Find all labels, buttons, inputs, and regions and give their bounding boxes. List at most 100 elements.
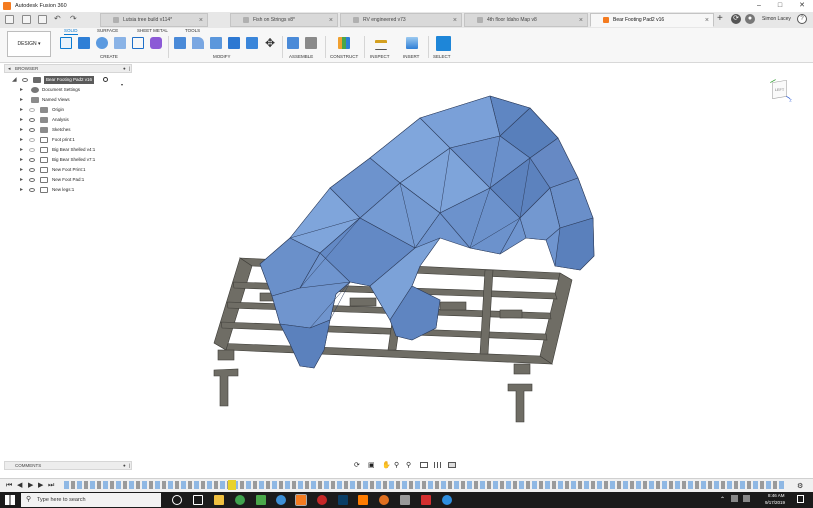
- job-status-icon[interactable]: ⟳: [731, 14, 741, 24]
- app-icon[interactable]: [317, 495, 327, 505]
- viewcube[interactable]: LEFT Z: [768, 76, 794, 106]
- visibility-eye-icon[interactable]: [29, 138, 35, 142]
- tab-close-icon[interactable]: ×: [705, 14, 709, 27]
- zoom-icon[interactable]: ⚲: [394, 461, 399, 469]
- app-icon[interactable]: [256, 495, 266, 505]
- collapse-triangle-icon[interactable]: ◂: [8, 65, 11, 73]
- photoshop-icon[interactable]: [338, 495, 348, 505]
- tab-rv-engineered[interactable]: RV engineered v73 ×: [340, 13, 462, 27]
- tab-fish-on-strings[interactable]: Fish on Strings v8* ×: [230, 13, 338, 27]
- expand-triangle-icon[interactable]: ▸: [20, 85, 26, 95]
- close-button[interactable]: ✕: [793, 1, 811, 11]
- viewport-model[interactable]: [200, 88, 610, 428]
- timeline-forward-icon[interactable]: ▶: [38, 482, 43, 490]
- search-input[interactable]: ⚲ Type here to search: [21, 493, 161, 507]
- revolve-icon[interactable]: [96, 37, 108, 49]
- visibility-eye-icon[interactable]: [29, 178, 35, 182]
- visibility-eye-icon[interactable]: [29, 188, 35, 192]
- expand-triangle-icon[interactable]: ◢: [12, 75, 18, 85]
- windows-start-icon[interactable]: [5, 495, 15, 505]
- timeline-play-icon[interactable]: ▶: [28, 482, 33, 490]
- modify-menu[interactable]: MODIFY: [213, 54, 231, 59]
- tab-solid[interactable]: SOLID: [64, 28, 78, 35]
- orbit-icon[interactable]: ⟳: [354, 461, 360, 469]
- tab-4th-floor-idaho[interactable]: 4th floor Idaho Map v8 ×: [464, 13, 588, 27]
- tab-sheet-metal[interactable]: SHEET METAL: [137, 28, 168, 33]
- file-explorer-icon[interactable]: [214, 495, 224, 505]
- offset-plane-icon[interactable]: [338, 37, 350, 49]
- panel-toggle-icon[interactable]: |: [129, 65, 130, 73]
- task-view-icon[interactable]: [193, 495, 203, 505]
- move-icon[interactable]: ✥: [264, 37, 276, 49]
- visibility-eye-icon[interactable]: [29, 118, 35, 122]
- tab-close-icon[interactable]: ×: [199, 14, 203, 27]
- workspace-switcher[interactable]: DESIGN ▾: [7, 31, 51, 57]
- pan-hand-icon[interactable]: ✋: [382, 461, 391, 469]
- grid-settings-icon[interactable]: [434, 462, 442, 468]
- extrude-icon[interactable]: [78, 37, 90, 49]
- edge-icon[interactable]: [442, 495, 452, 505]
- timeline[interactable]: ⏮ ◀ ▶ ▶ ⏭ ⚙: [0, 478, 813, 493]
- activate-radio-icon[interactable]: [103, 77, 108, 82]
- pattern-icon[interactable]: [132, 37, 144, 49]
- expand-triangle-icon[interactable]: ▸: [20, 105, 26, 115]
- data-panel-icon[interactable]: [5, 15, 14, 24]
- add-comment-icon[interactable]: ●: [123, 462, 126, 470]
- expand-triangle-icon[interactable]: ▸: [20, 115, 26, 125]
- visibility-eye-icon[interactable]: [29, 108, 35, 112]
- select-icon[interactable]: [436, 36, 451, 51]
- redo-icon[interactable]: ↷: [70, 15, 79, 24]
- tab-close-icon[interactable]: ×: [579, 14, 583, 27]
- visibility-eye-icon[interactable]: [29, 148, 35, 152]
- new-component-icon[interactable]: [287, 37, 299, 49]
- measure-icon[interactable]: [375, 40, 387, 50]
- visibility-eye-icon[interactable]: [29, 168, 35, 172]
- chamfer-icon[interactable]: [210, 37, 222, 49]
- expand-triangle-icon[interactable]: ▸: [20, 185, 26, 195]
- fillet-icon[interactable]: [192, 37, 204, 49]
- clock-time[interactable]: 8:46 AM: [768, 493, 785, 498]
- insert-image-icon[interactable]: [406, 37, 418, 49]
- expand-triangle-icon[interactable]: ▸: [20, 165, 26, 175]
- browser-header[interactable]: ◂ BROWSER ● |: [4, 64, 132, 73]
- tab-tools[interactable]: TOOLS: [185, 28, 200, 33]
- timeline-settings-icon[interactable]: ⚙: [797, 482, 803, 490]
- app-icon[interactable]: [400, 495, 410, 505]
- clock-date[interactable]: 9/17/2019: [765, 500, 785, 505]
- timeline-marker[interactable]: [228, 480, 236, 490]
- expand-triangle-icon[interactable]: ▸: [20, 125, 26, 135]
- chrome-icon[interactable]: [235, 495, 245, 505]
- tab-close-icon[interactable]: ×: [329, 14, 333, 27]
- network-icon[interactable]: [731, 495, 738, 502]
- expand-triangle-icon[interactable]: ▸: [20, 155, 26, 165]
- user-name[interactable]: Simon Lacey: [762, 16, 791, 22]
- expand-triangle-icon[interactable]: ▸: [20, 145, 26, 155]
- select-menu[interactable]: SELECT: [433, 54, 451, 59]
- tab-bear-footing-pad2[interactable]: Bear Footing Pad2 v16 ×: [590, 13, 714, 27]
- help-icon[interactable]: ?: [797, 14, 807, 24]
- minimize-button[interactable]: –: [750, 1, 768, 11]
- volume-icon[interactable]: [743, 495, 750, 502]
- maximize-button[interactable]: □: [771, 1, 789, 11]
- browser-root-row[interactable]: ◢ Bear Footing Pad2 v16: [4, 75, 132, 85]
- acrobat-icon[interactable]: [421, 495, 431, 505]
- create-sketch-icon[interactable]: [60, 37, 72, 49]
- pin-icon[interactable]: ●: [123, 65, 126, 73]
- timeline-end-icon[interactable]: ⏭: [48, 482, 54, 490]
- split-body-icon[interactable]: [246, 37, 258, 49]
- fusion-360-taskbar-icon[interactable]: [295, 494, 307, 506]
- inspect-menu[interactable]: INSPECT: [370, 54, 390, 59]
- timeline-back-icon[interactable]: ◀: [17, 482, 22, 490]
- action-center-icon[interactable]: [797, 495, 804, 503]
- expand-triangle-icon[interactable]: ▸: [20, 135, 26, 145]
- illustrator-icon[interactable]: [358, 495, 368, 505]
- visibility-eye-icon[interactable]: [29, 128, 35, 132]
- look-at-icon[interactable]: ▣: [368, 461, 375, 469]
- tab-surface[interactable]: SURFACE: [97, 28, 118, 33]
- new-tab-icon[interactable]: +: [717, 14, 723, 24]
- file-menu-icon[interactable]: [22, 15, 31, 24]
- form-icon[interactable]: [150, 37, 162, 49]
- comments-panel[interactable]: COMMENTS ● |: [4, 461, 132, 470]
- notifications-icon[interactable]: ●: [745, 14, 755, 24]
- timeline-start-icon[interactable]: ⏮: [6, 482, 12, 490]
